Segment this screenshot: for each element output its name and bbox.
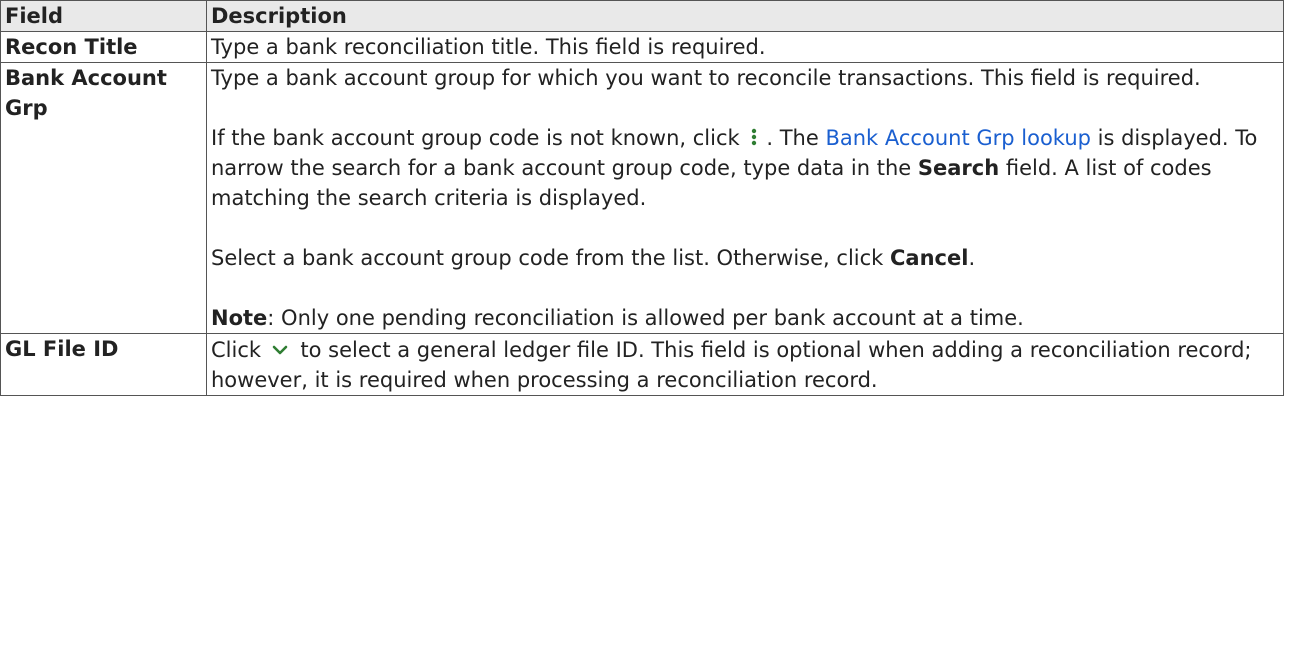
table-row-recon-title: Recon Title Type a bank reconciliation t… bbox=[0, 31, 1284, 63]
cancel-label: Cancel bbox=[890, 246, 969, 270]
description-paragraph: Select a bank account group code from th… bbox=[211, 246, 976, 270]
bank-account-grp-lookup-link[interactable]: Bank Account Grp lookup bbox=[825, 126, 1090, 150]
chevron-down-icon[interactable] bbox=[272, 334, 288, 355]
field-name: Bank Account Grp bbox=[0, 62, 207, 334]
description-paragraph: If the bank account group code is not kn… bbox=[211, 124, 1258, 210]
note-label: Note bbox=[211, 306, 268, 330]
note-paragraph: Note: Only one pending reconciliation is… bbox=[211, 306, 1024, 330]
description-text: Type a bank reconciliation title. This f… bbox=[211, 35, 766, 59]
search-field-name: Search bbox=[917, 156, 1000, 180]
field-description: Type a bank account group for which you … bbox=[206, 62, 1284, 334]
table-header-row: Field Description bbox=[0, 0, 1284, 32]
table-row-gl-file-id: GL File ID Click to select a general led… bbox=[0, 333, 1284, 396]
field-description: Click to select a general ledger file ID… bbox=[206, 333, 1284, 396]
kebab-vertical-icon[interactable] bbox=[748, 124, 760, 146]
table-row-bank-account-grp: Bank Account Grp Type a bank account gro… bbox=[0, 62, 1284, 334]
description-paragraph: Type a bank account group for which you … bbox=[211, 66, 1201, 90]
description-paragraph: Click to select a general ledger file ID… bbox=[211, 334, 1279, 395]
field-name: Recon Title bbox=[0, 31, 207, 63]
field-name: GL File ID bbox=[0, 333, 207, 396]
header-description: Description bbox=[206, 0, 1284, 32]
field-description-table: Field Description Recon Title Type a ban… bbox=[0, 0, 1284, 396]
field-description: Type a bank reconciliation title. This f… bbox=[206, 31, 1284, 63]
header-field: Field bbox=[0, 0, 207, 32]
